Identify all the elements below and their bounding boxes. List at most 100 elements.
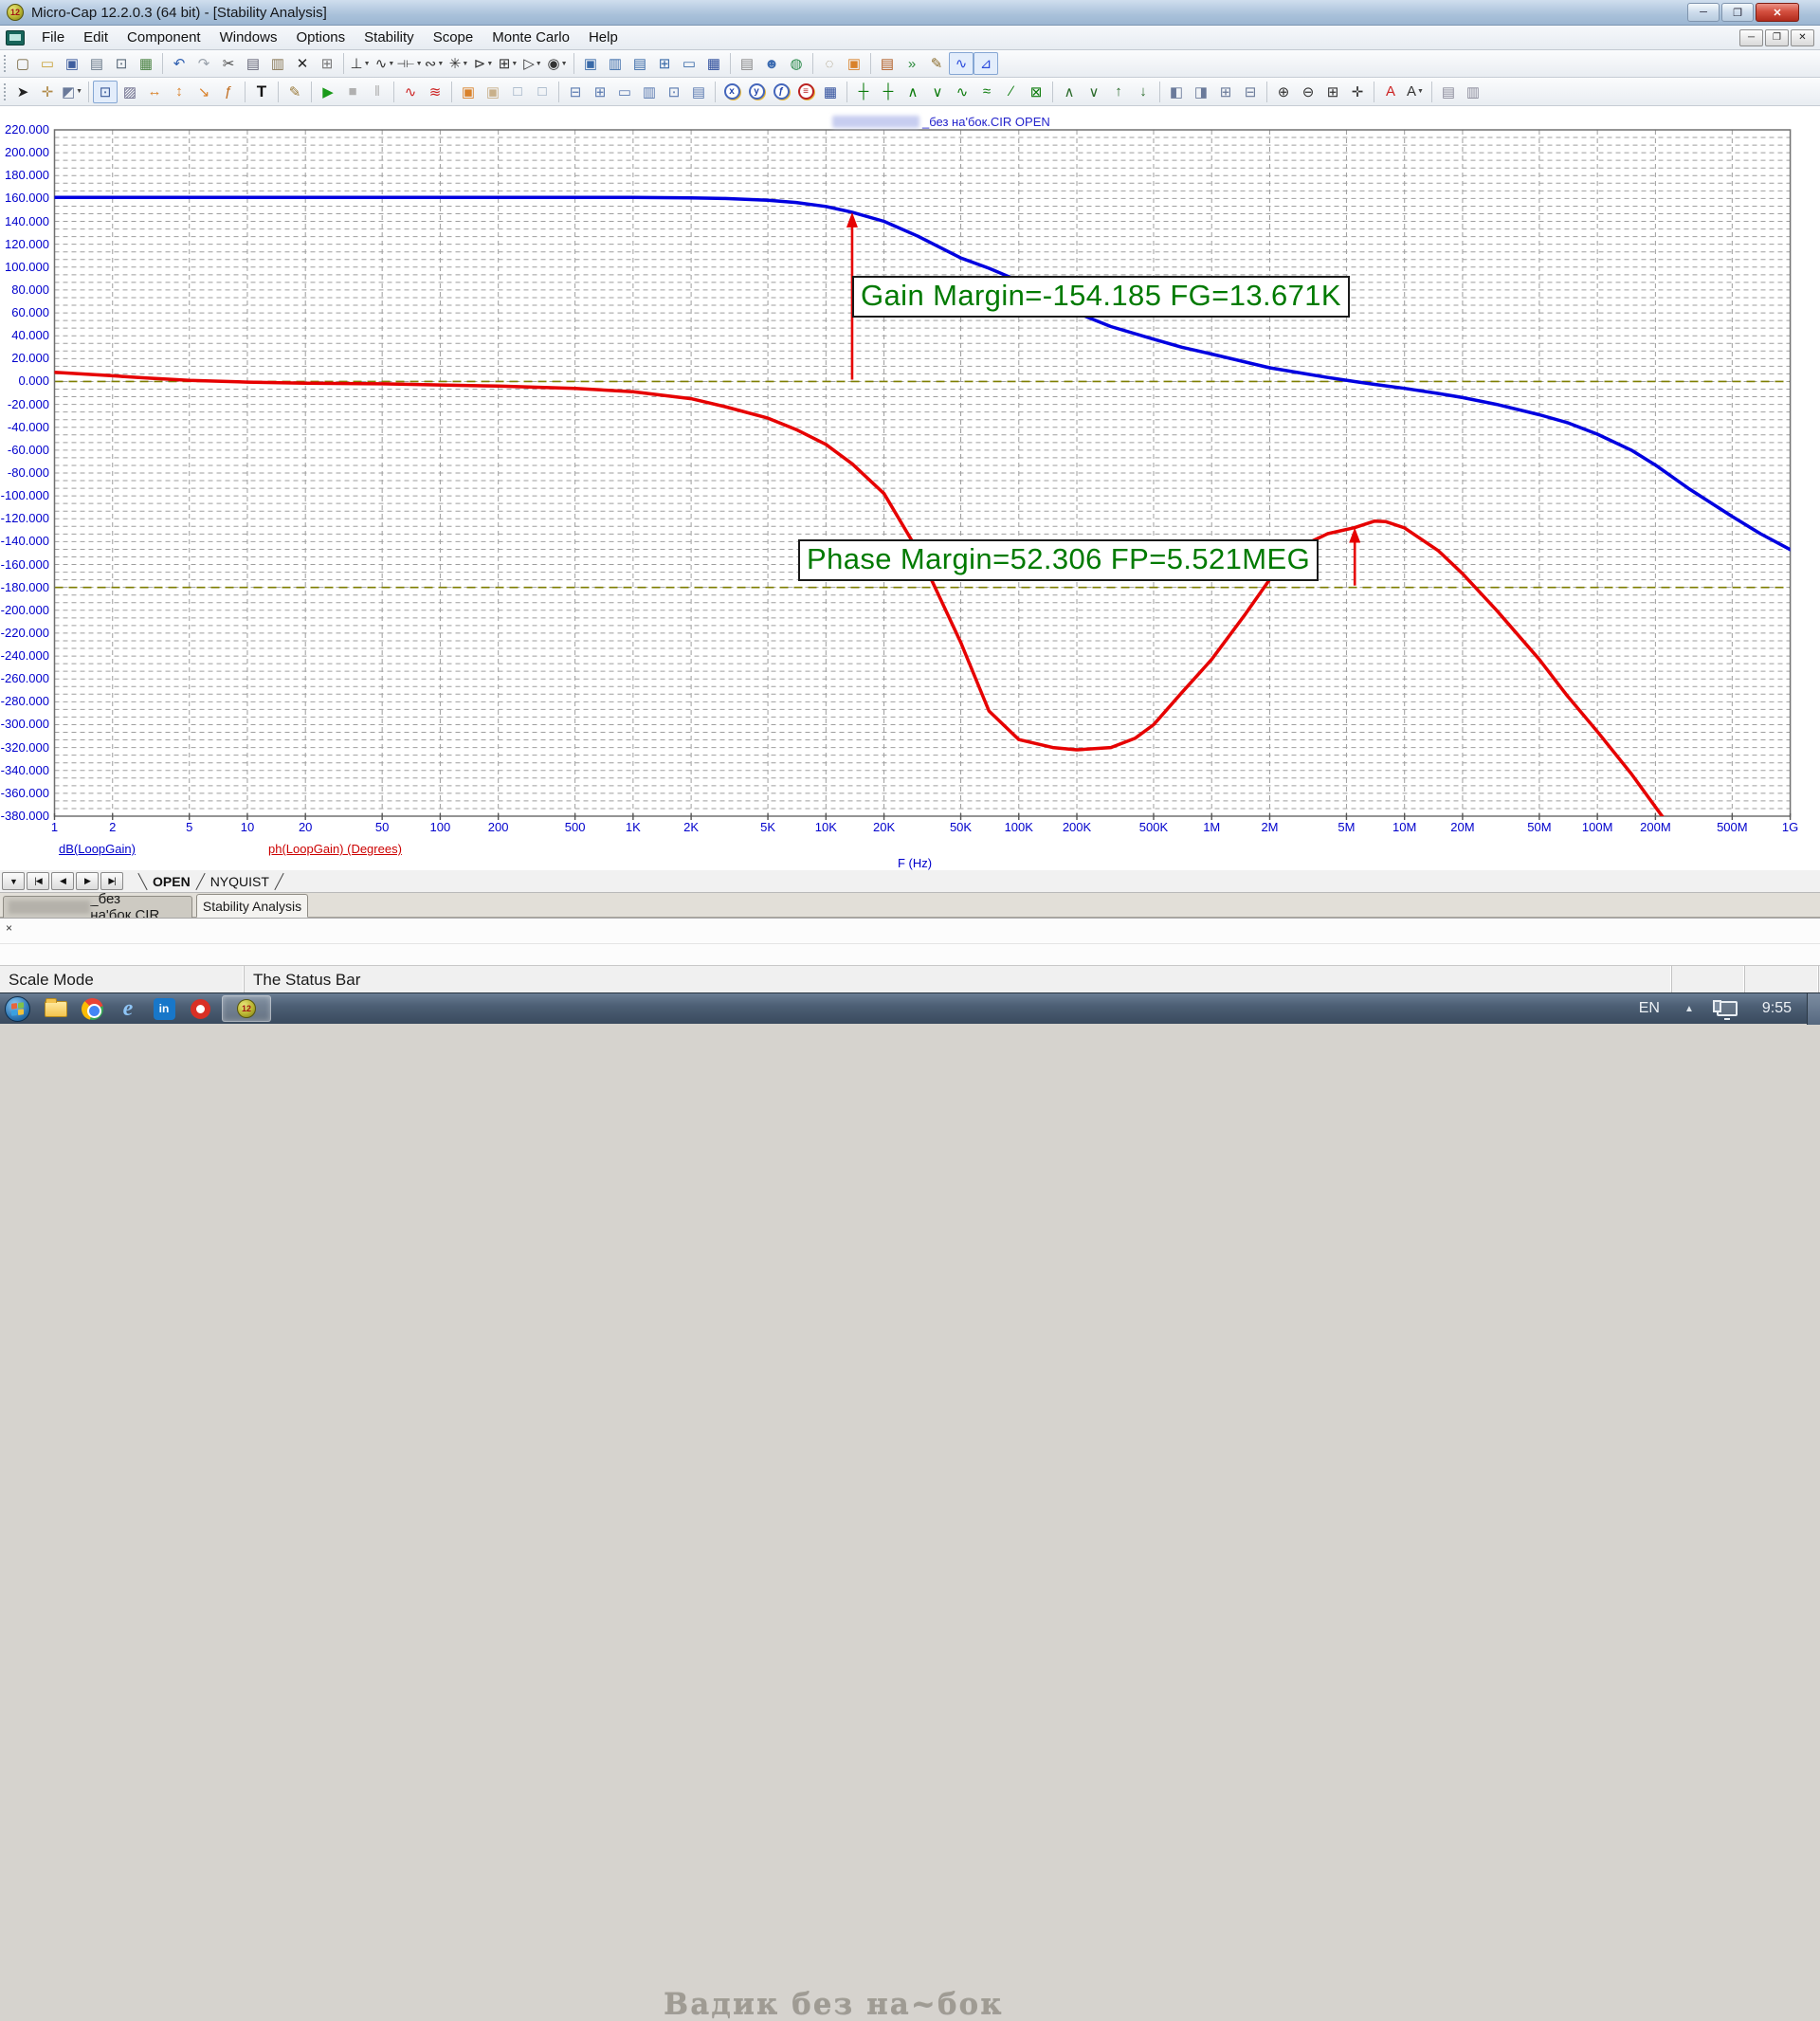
transistor-icon-dropdown[interactable]: ▼: [462, 61, 468, 67]
page-props-icon[interactable]: ▥: [1461, 81, 1485, 103]
taskbar-chrome-icon[interactable]: [78, 995, 106, 1022]
stepping-red-icon[interactable]: ≋: [423, 81, 447, 103]
single-pane-icon[interactable]: ⊟: [1238, 81, 1263, 103]
zoom-out-icon[interactable]: ⊖: [1296, 81, 1320, 103]
low-point-icon[interactable]: ∨: [1082, 81, 1106, 103]
gain-margin-annotation[interactable]: Gain Margin=-154.185 FG=13.671K: [852, 276, 1350, 318]
envelope-icon[interactable]: ≈: [974, 81, 999, 103]
last-plot-button[interactable]: ▶|: [100, 872, 123, 890]
menu-scope[interactable]: Scope: [424, 27, 483, 48]
tools-icon[interactable]: ✎: [924, 52, 949, 75]
ic-component-icon[interactable]: ⊞▼: [496, 52, 520, 75]
taskbar-messenger-icon[interactable]: in: [150, 995, 178, 1022]
sound-icon[interactable]: ◌: [817, 52, 842, 75]
properties-icon[interactable]: ✎: [282, 81, 307, 103]
go-bottom-icon[interactable]: ↓: [1131, 81, 1156, 103]
bode-plot-canvas[interactable]: [0, 106, 1820, 870]
tracker-icon[interactable]: ┼: [876, 81, 901, 103]
close-button[interactable]: ✕: [1756, 3, 1799, 22]
point-tag-icon[interactable]: ↘: [191, 81, 216, 103]
step-2-icon[interactable]: ▭: [612, 81, 637, 103]
menu-help[interactable]: Help: [579, 27, 628, 48]
calculator-icon[interactable]: ▦: [701, 52, 726, 75]
wave-icon[interactable]: ∿: [950, 81, 974, 103]
valley-icon[interactable]: ∨: [925, 81, 950, 103]
next-plot-button[interactable]: ▶: [76, 872, 99, 890]
scope-tab-open[interactable]: OPEN: [153, 874, 191, 889]
copy-icon[interactable]: ▤: [241, 52, 265, 75]
child-close-button[interactable]: ✕: [1791, 29, 1814, 46]
font-settings-icon-dropdown[interactable]: ▼: [1417, 88, 1424, 95]
ground-component-icon[interactable]: ⊥▼: [348, 52, 373, 75]
open-file-icon[interactable]: ▭: [35, 52, 60, 75]
optimize-icon[interactable]: ▣: [456, 81, 481, 103]
fx-settings-icon[interactable]: ƒ: [769, 81, 793, 103]
x-axis-settings-icon[interactable]: x: [719, 81, 744, 103]
pane-right-icon[interactable]: ◨: [1189, 81, 1213, 103]
designer-icon[interactable]: ☻: [759, 52, 784, 75]
print-icon[interactable]: ▦: [134, 52, 158, 75]
tile-horizontal-icon[interactable]: ▤: [628, 52, 652, 75]
menu-component[interactable]: Component: [118, 27, 210, 48]
scope-list-button[interactable]: ▼: [2, 872, 25, 890]
undo-icon[interactable]: ↶: [167, 52, 191, 75]
flow-arrows-icon[interactable]: »: [900, 52, 924, 75]
diode-icon-dropdown[interactable]: ▼: [486, 61, 493, 67]
close-pane-icon[interactable]: ×: [6, 921, 12, 935]
taskbar-microcap-icon[interactable]: 12: [222, 995, 271, 1022]
grid-panes-icon[interactable]: ⊞: [1213, 81, 1238, 103]
circuit-window-icon[interactable]: [6, 30, 25, 46]
prev-plot-button[interactable]: ◀: [51, 872, 74, 890]
cursor-mode-icon[interactable]: ↕: [167, 81, 191, 103]
menu-monte-carlo[interactable]: Monte Carlo: [482, 27, 579, 48]
signal-plot-toggle-icon[interactable]: ⊿: [974, 52, 998, 75]
select-mode-icon[interactable]: ➤: [10, 81, 35, 103]
y-axis-settings-icon[interactable]: y: [744, 81, 769, 103]
text-mode-icon[interactable]: T: [249, 81, 274, 103]
high-point-icon[interactable]: ∧: [1057, 81, 1082, 103]
checklist-icon[interactable]: ▤: [875, 52, 900, 75]
tile-vertical-icon[interactable]: ▥: [603, 52, 628, 75]
first-plot-button[interactable]: |◀: [27, 872, 49, 890]
legend-ph-loopgain[interactable]: ph(LoopGain) (Degrees): [268, 842, 402, 856]
inductor-icon-dropdown[interactable]: ▼: [437, 61, 444, 67]
watch-icon[interactable]: ▣: [481, 81, 505, 103]
data-table-icon[interactable]: ▦: [818, 81, 843, 103]
opamp-icon-dropdown[interactable]: ▼: [536, 61, 542, 67]
grid-toggle-icon[interactable]: ⊞: [1320, 81, 1345, 103]
scale-mode-icon[interactable]: ↔: [142, 81, 167, 103]
component-info-icon[interactable]: ▤: [735, 52, 759, 75]
macro-component-icon-dropdown[interactable]: ▼: [561, 61, 568, 67]
data-points-icon[interactable]: ┼: [851, 81, 876, 103]
pane-left-icon[interactable]: ◧: [1164, 81, 1189, 103]
show-desktop-button[interactable]: [1807, 993, 1820, 1025]
select-all-icon[interactable]: ⊞: [315, 52, 339, 75]
capacitor-icon[interactable]: ⊣⊢▼: [397, 52, 422, 75]
component-mode-icon-dropdown[interactable]: ▼: [76, 88, 82, 95]
menu-edit[interactable]: Edit: [74, 27, 118, 48]
graph-properties-icon[interactable]: ▨: [118, 81, 142, 103]
taskbar-explorer-icon[interactable]: [42, 995, 70, 1022]
delete-icon[interactable]: ✕: [290, 52, 315, 75]
taskbar-ie-icon[interactable]: e: [114, 995, 142, 1022]
sine-source-icon[interactable]: ∿▼: [373, 52, 397, 75]
legend-db-loopgain[interactable]: dB(LoopGain): [59, 842, 136, 856]
print-preview-icon[interactable]: ⊡: [109, 52, 134, 75]
slope-icon[interactable]: ∕: [999, 81, 1024, 103]
menu-stability[interactable]: Stability: [355, 27, 424, 48]
clock[interactable]: 9:55: [1762, 1000, 1792, 1017]
split-window-icon[interactable]: ⊞: [652, 52, 677, 75]
page-copy-icon[interactable]: ▤: [1436, 81, 1461, 103]
pause-analysis-icon[interactable]: ‖: [365, 81, 390, 103]
window-orange-icon[interactable]: ▣: [842, 52, 866, 75]
phase-margin-annotation[interactable]: Phase Margin=52.306 FP=5.521MEG: [798, 539, 1319, 581]
save-file-icon[interactable]: ▣: [60, 52, 84, 75]
tab-stability-analysis[interactable]: Stability Analysis: [196, 894, 308, 918]
box-data-icon[interactable]: ⊠: [1024, 81, 1048, 103]
analysis-plot-toggle-icon[interactable]: ∿: [949, 52, 974, 75]
menu-windows[interactable]: Windows: [210, 27, 287, 48]
start-button[interactable]: [5, 996, 30, 1022]
menu-file[interactable]: File: [32, 27, 74, 48]
state-variables-icon[interactable]: □: [505, 81, 530, 103]
component-mode-icon[interactable]: ◩▼: [60, 81, 84, 103]
